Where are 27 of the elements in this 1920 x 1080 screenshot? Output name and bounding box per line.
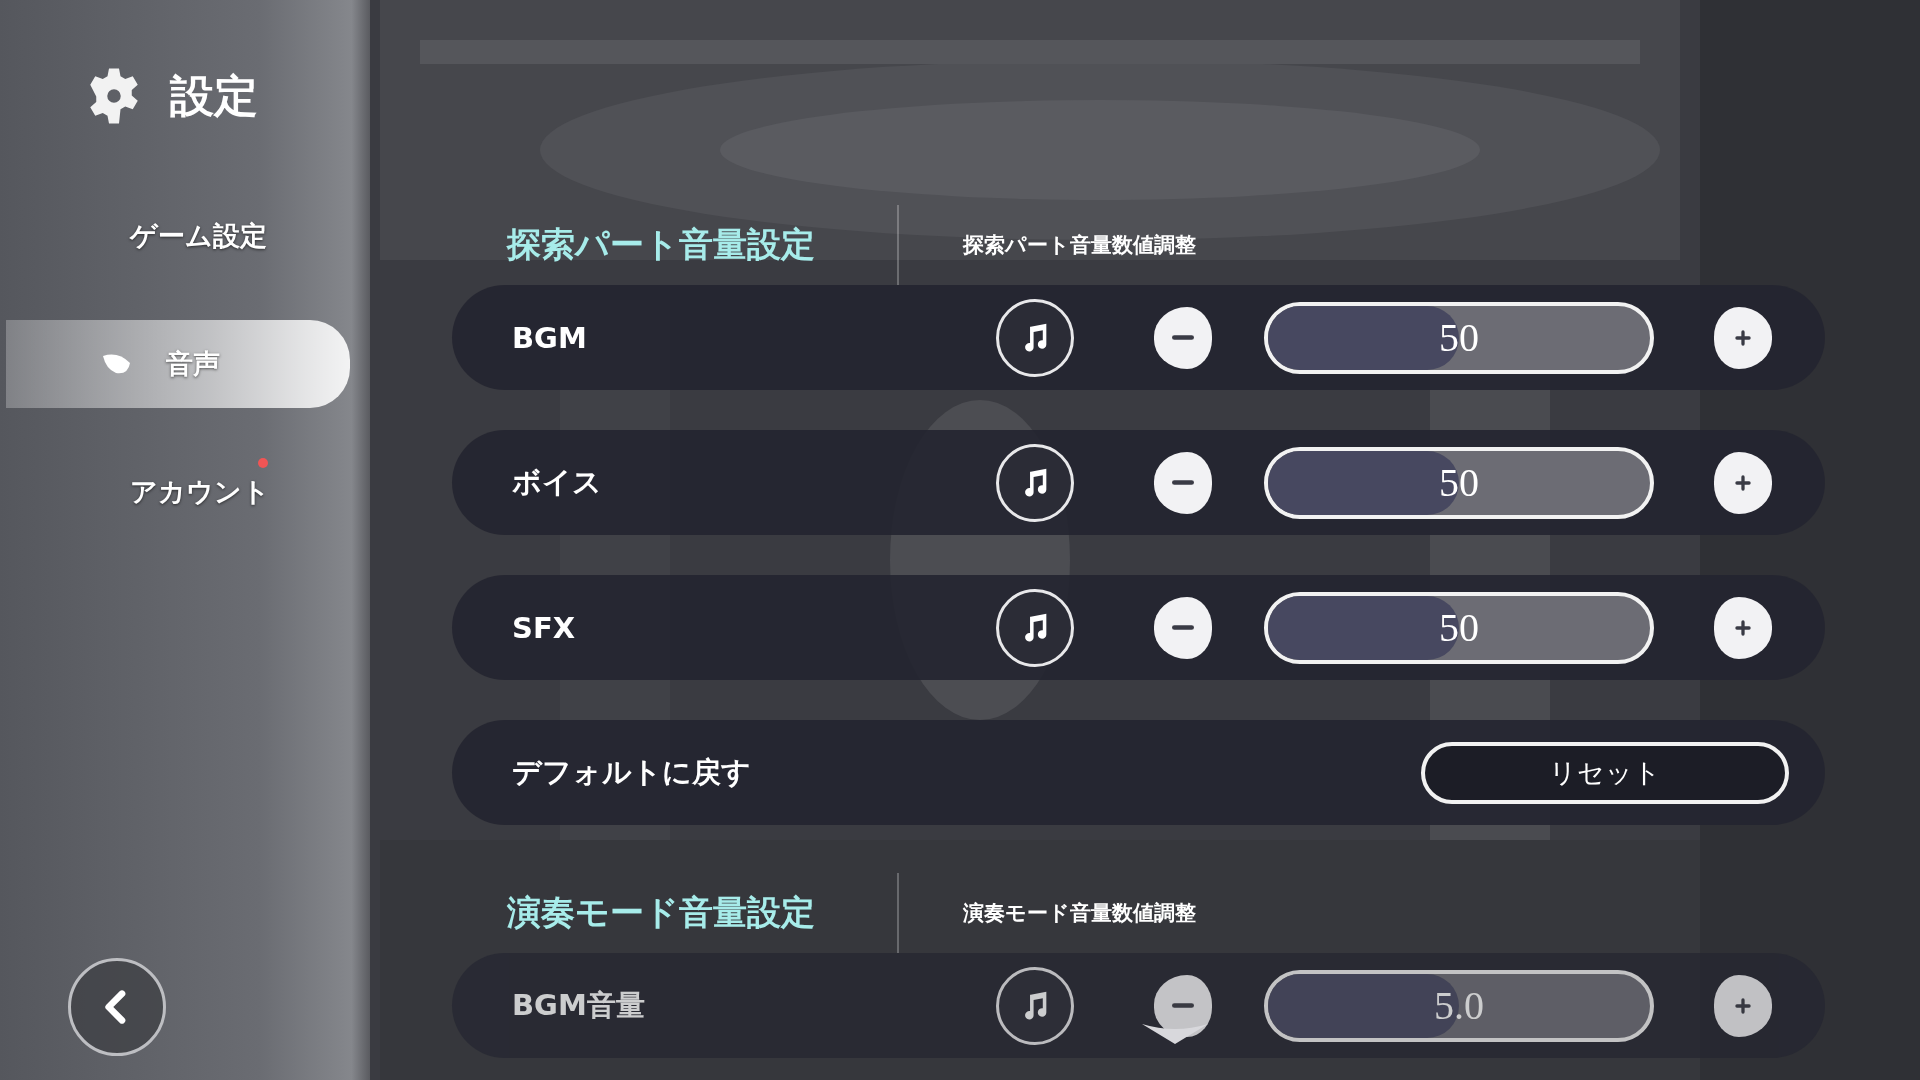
volume-value: 5.0 <box>1434 982 1484 1029</box>
menu-item[interactable]: アカウント <box>0 448 350 536</box>
volume-slider[interactable]: 50 <box>1264 446 1654 519</box>
reset-button[interactable]: リセット <box>1421 741 1789 804</box>
leaf-icon <box>102 353 132 375</box>
menu-item[interactable]: ゲーム設定 <box>0 192 350 280</box>
section-subtitle: 探索パート音量数値調整 <box>963 232 1196 259</box>
volume-value: 50 <box>1439 314 1479 361</box>
setting-label: SFX <box>512 610 577 645</box>
volume-value: 50 <box>1439 459 1479 506</box>
setting-label: BGM音量 <box>512 986 646 1024</box>
setting-label: デフォルトに戻す <box>512 753 752 791</box>
volume-slider[interactable]: 5.0 <box>1264 969 1654 1042</box>
minus-icon <box>1172 335 1194 340</box>
scroll-down-icon <box>1140 1022 1210 1046</box>
setting-label: BGM <box>512 320 588 355</box>
minus-icon <box>1172 625 1194 630</box>
minus-icon <box>1172 1003 1194 1008</box>
setting-label: ボイス <box>512 463 603 501</box>
volume-slider[interactable]: 50 <box>1264 591 1654 664</box>
section-title: 探索パート音量設定 <box>505 223 816 266</box>
volume-value: 50 <box>1439 604 1479 651</box>
page-title: 設定 <box>170 68 258 123</box>
minus-icon <box>1172 480 1194 485</box>
section-title: 演奏モード音量設定 <box>506 891 816 934</box>
section-subtitle: 演奏モード音量数値調整 <box>963 900 1196 927</box>
volume-slider[interactable]: 50 <box>1264 301 1654 374</box>
